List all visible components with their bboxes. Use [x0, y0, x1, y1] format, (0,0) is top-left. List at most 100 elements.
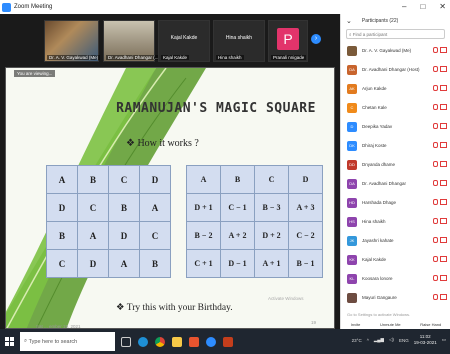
maximize-icon[interactable]: □: [420, 2, 425, 11]
participant-row[interactable]: C Chetan Kale: [341, 98, 450, 117]
video-off-icon: [440, 218, 447, 224]
mic-muted-icon: [433, 256, 438, 262]
window-title: Zoom Meeting: [14, 4, 53, 10]
participant-row[interactable]: D Deepika Yadav: [341, 117, 450, 136]
participant-status: [433, 218, 447, 224]
zoom-icon[interactable]: [206, 336, 216, 347]
video-tile[interactable]: Kajal Kakde Kajal Kakde: [158, 20, 210, 62]
participant-list: Dr. A. V. Gayakwad (Me) DA Dr. Avadhani Dh…: [341, 41, 450, 307]
avatar: AK: [347, 83, 357, 94]
participant-row[interactable]: AK Arjun Kakde: [341, 79, 450, 98]
notification-icon[interactable]: ▭: [442, 337, 446, 343]
video-tile[interactable]: Hina shaikh Hina shaikh: [213, 20, 265, 62]
grid-cell: D: [108, 221, 140, 250]
participant-status: [433, 275, 447, 281]
participant-status: [433, 237, 447, 243]
meeting-area: Dr. A. V. Gayakwad (Me) Dr. Avadhani Dha…: [0, 14, 340, 329]
participant-row[interactable]: DA Dr. Avadhani Dhangar (Host): [341, 60, 450, 79]
task-view-icon[interactable]: [121, 336, 131, 347]
grid-cell: D: [139, 165, 171, 194]
clock[interactable]: 11:02 19-03-2021: [414, 334, 437, 346]
participant-status: [433, 104, 447, 110]
unmute-me-button[interactable]: Unmute Me: [380, 322, 401, 327]
grid-cell: C − 1: [220, 193, 255, 222]
participant-status: [433, 123, 447, 129]
grid-cell: B: [108, 193, 140, 222]
participant-row[interactable]: KK Kajal Kakde: [341, 250, 450, 269]
participant-row[interactable]: DD Dnyanda dhame: [341, 155, 450, 174]
weather-text[interactable]: 23°C: [352, 338, 362, 343]
zoom-logo-icon: [2, 2, 11, 12]
shared-screen: You are viewing... RAMANUJAN'S MAGIC SQU…: [5, 67, 335, 329]
participant-row[interactable]: Dr. A. V. Gayakwad (Me): [341, 41, 450, 60]
tile-name: Kajal Kakde: [161, 55, 190, 60]
tile-name: Pranali nnigade: [271, 55, 307, 60]
avatar: [347, 45, 357, 56]
tile-name: Dr. A. V. Gayakwad (Me): [47, 55, 101, 60]
video-off-icon: [440, 47, 447, 53]
grid-cell: B: [139, 249, 171, 278]
participant-status: [433, 294, 447, 300]
taskbar-search-input[interactable]: ⌕ Type here to search: [20, 332, 115, 351]
grid-cell: C: [77, 193, 109, 222]
video-off-icon: [440, 104, 447, 110]
grid-cell: C − 2: [288, 221, 323, 250]
grid-cell: A: [77, 221, 109, 250]
minimize-icon[interactable]: –: [402, 2, 406, 11]
system-tray: 23°C ^ ▂▄▆ ◁) ENG 11:02 19-03-2021 ▭: [352, 334, 446, 346]
avatar: HS: [347, 216, 357, 227]
participant-search-input[interactable]: ⌕ Find a participant: [346, 29, 445, 39]
video-off-icon: [440, 85, 447, 91]
participant-name: Kajal Kakde: [362, 257, 387, 262]
powerpoint-icon[interactable]: [223, 336, 233, 347]
avatar: [347, 292, 357, 303]
avatar: DA: [347, 64, 357, 75]
participant-row[interactable]: DK Dhiraj Koste: [341, 136, 450, 155]
video-tile[interactable]: Dr. Avadhani Dhangar (...: [103, 20, 161, 62]
chrome-icon[interactable]: [155, 336, 165, 347]
participant-row[interactable]: JK Jayashri kahate: [341, 231, 450, 250]
video-off-icon: [440, 123, 447, 129]
raise-hand-button[interactable]: Raise Hand: [420, 322, 441, 327]
participant-name: Deepika Yadav: [362, 124, 393, 129]
participant-row[interactable]: Mayuri Gangaure: [341, 288, 450, 307]
mic-muted-icon: [433, 237, 438, 243]
avatar: DA: [347, 178, 357, 189]
participants-panel: ⌄ Participants (22) ⌕ Find a participant…: [340, 14, 450, 329]
participant-name: Dr. Avadhani Dhangar: [362, 181, 406, 186]
chevron-up-icon[interactable]: ^: [367, 338, 369, 343]
windows-icon: [4, 337, 14, 346]
video-tile[interactable]: P Pranali nnigade: [268, 20, 308, 62]
participant-name: Dr. Avadhani Dhangar (Host): [362, 67, 420, 72]
slide-page-number: 19: [311, 320, 317, 325]
invite-button[interactable]: Invite: [351, 322, 361, 327]
participant-status: [433, 161, 447, 167]
magic-square-formulas: A B C D D + 1 C − 1 B − 3 A + 3 B − 2 A …: [186, 165, 323, 278]
participant-row[interactable]: HS Hina shaikh: [341, 212, 450, 231]
video-off-icon: [440, 66, 447, 72]
grid-cell: A: [46, 165, 78, 194]
participant-name: Chetan Kale: [362, 105, 387, 110]
mic-muted-icon: [433, 218, 438, 224]
mic-muted-icon: [433, 47, 438, 53]
file-explorer-icon[interactable]: [172, 336, 182, 347]
video-tile[interactable]: Dr. A. V. Gayakwad (Me): [44, 20, 101, 62]
participant-row[interactable]: HD Harshada Dhage: [341, 193, 450, 212]
chevron-down-icon[interactable]: ⌄: [346, 17, 352, 25]
close-icon[interactable]: ✕: [439, 2, 446, 11]
video-off-icon: [440, 199, 447, 205]
tile-caption: Kajal Kakde: [170, 35, 198, 41]
participant-status: [433, 142, 447, 148]
grid-cell: C + 1: [186, 249, 221, 278]
participant-row[interactable]: KL Koosara lonore: [341, 269, 450, 288]
grid-cell: A: [186, 165, 221, 194]
next-page-button[interactable]: ›: [311, 34, 321, 44]
store-icon[interactable]: [189, 336, 199, 347]
participant-row[interactable]: DA Dr. Avadhani Dhangar: [341, 174, 450, 193]
screen: Zoom Meeting – □ ✕ Dr. A. V. Gayakwad (M…: [0, 0, 450, 354]
language-indicator[interactable]: ENG: [399, 338, 409, 343]
start-button[interactable]: [0, 329, 18, 354]
edge-icon[interactable]: [138, 336, 148, 347]
volume-icon[interactable]: ◁): [389, 337, 394, 343]
network-icon[interactable]: ▂▄▆: [374, 337, 384, 343]
